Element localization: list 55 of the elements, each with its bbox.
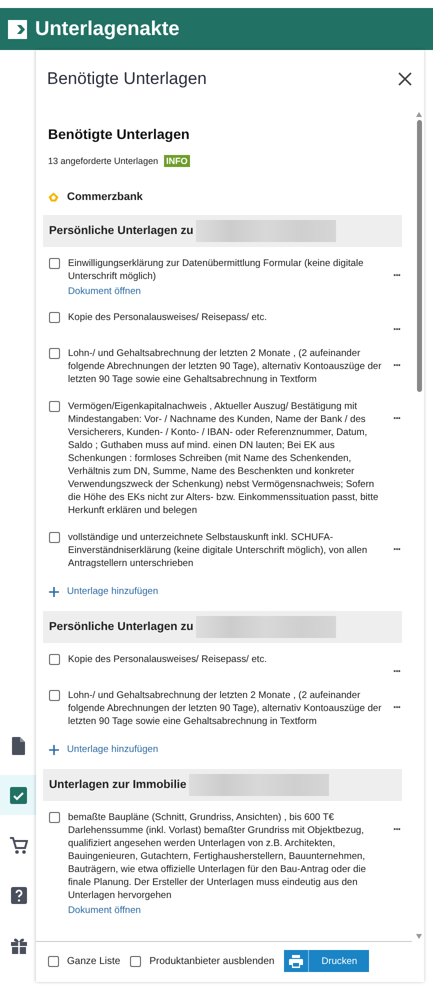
help-icon (8, 886, 28, 904)
panel-title: Benötigte Unterlagen (47, 69, 207, 89)
document-text: vollständige und unterzeichnete Selbstauskunft inkl. SCHUFA-Einverständniserklärung (keine digitale Unterschrift möglich), von allen Antragstellern unterschrieben (68, 531, 368, 570)
section-title: Persönliche Unterlagen zu (49, 225, 194, 237)
section-title: Persönliche Unterlagen zu (49, 621, 194, 633)
add-document-link[interactable]: Unterlage hinzufügen (49, 586, 158, 597)
section-title: Unterlagen zur Immobilie (49, 779, 186, 791)
printer-icon (289, 954, 304, 968)
checklist-nav-item[interactable] (0, 775, 36, 815)
open-document-link[interactable]: Dokument öffnen (68, 286, 141, 297)
plus-icon (49, 744, 59, 754)
document-text: Lohn-/ und Gehaltsabrechnung der letzten 2 Monate , (2 aufeinander folgende Abrechnungen der letzten 90 Tage), alternativ Kontoauszüge der letzten 90 Tage sowie eine Gehaltsabrechnung in Textform (68, 347, 382, 386)
logo-icon (8, 20, 27, 38)
print-button[interactable]: Drucken (284, 950, 370, 972)
scroll-down-icon[interactable] (416, 934, 422, 939)
checkbox[interactable] (49, 654, 60, 665)
provider-name: Commerzbank (67, 191, 143, 203)
checkbox[interactable] (49, 812, 60, 823)
more-button[interactable]: ... (390, 319, 402, 333)
scroll-up-icon[interactable] (416, 112, 422, 117)
open-document-link[interactable]: Dokument öffnen (68, 905, 141, 916)
checkbox[interactable] (49, 690, 60, 701)
option-label: Produktanbieter ausblenden (149, 956, 274, 966)
gift-icon (8, 936, 28, 954)
more-button[interactable]: ... (390, 408, 402, 422)
app-title: Unterlagenakte (35, 18, 180, 40)
more-button[interactable]: ... (390, 539, 402, 553)
more-button[interactable]: ... (390, 661, 402, 675)
add-document-link[interactable]: Unterlage hinzufügen (49, 744, 158, 755)
document-text: Vermögen/Eigenkapitalnachweis , Aktueller Auszug/ Bestätigung mit Mindestangaben: Vor- / Nachname des Kunden, Name der Bank / des Versicherers, Kunden- / Konto- / IBAN- oder Referenznummer, Datum, Saldo ; Guthaben muss auf mind. einen DN lauten; Bei EK aus Schenkungen : formloses Schreiben (mit Name des Schenkenden, Verhältnis zum DN, Summe, Name des Beschenkten und konkreter Verwendungszweck der Schenkung) nebst Vermögensnachweis; Sofern die Höhe des EKs nicht zur Alters- bzw. Einkommenssituation passt, bitte Herkunft erklären und belegen (68, 400, 380, 517)
checkbox[interactable] (49, 532, 60, 543)
more-button[interactable]: ... (390, 265, 402, 279)
plus-icon (49, 586, 59, 596)
section-heading: Benötigte Unterlagen (48, 126, 191, 142)
bank-logo-icon (48, 192, 59, 202)
more-button[interactable]: ... (390, 355, 402, 369)
checkbox[interactable] (49, 258, 60, 269)
more-button[interactable]: ... (390, 819, 402, 833)
checkbox[interactable] (49, 312, 60, 323)
checkbox[interactable] (49, 348, 60, 359)
checkbox[interactable] (49, 401, 60, 412)
cart-icon (8, 836, 28, 854)
checkbox[interactable] (130, 956, 142, 967)
document-text: Lohn-/ und Gehaltsabrechnung der letzten 2 Monate , (2 aufeinander folgende Abrechnungen der letzten 90 Tage), alternativ Kontoauszüge der letzten 90 Tage sowie eine Gehaltsabrechnung in Textform (68, 689, 382, 728)
option-label: Ganze Liste (67, 956, 120, 966)
more-button[interactable]: ... (390, 697, 402, 711)
document-text: bemaßte Baupläne (Schnitt, Grundriss, Ansichten) , bis 600 T€ Darlehenssumme (inkl. Vorlast) bemaßter Grundriss mit Objektbezug, qualifiziert angesehen werden Unterlagen von z.B. Architekten, Bauingenieuren, Gutachtern, Fertighausherstellern, Bauunternehmen, Bauträgern, wie etwa offizielle Unterlagen für den Bau-Antrag oder die finale Planung. Der Ersteller der Unterlagen muss eindeutig aus den Unterlagen hervorgehen (68, 811, 367, 902)
document-text: Kopie des Personalausweises/ Reisepass/ etc. (68, 653, 268, 666)
document-text: Einwilligungserklärung zur Datenübermittlung Formular (keine digitale Unterschrift möglich) (68, 257, 364, 283)
document-count: 13 angeforderte Unterlagen (48, 156, 158, 166)
close-icon[interactable] (398, 72, 412, 86)
document-text: Kopie des Personalausweises/ Reisepass/ etc. (68, 311, 268, 324)
scrollbar[interactable] (414, 110, 424, 941)
checkbox-icon (8, 786, 28, 804)
checkbox[interactable] (48, 956, 59, 967)
